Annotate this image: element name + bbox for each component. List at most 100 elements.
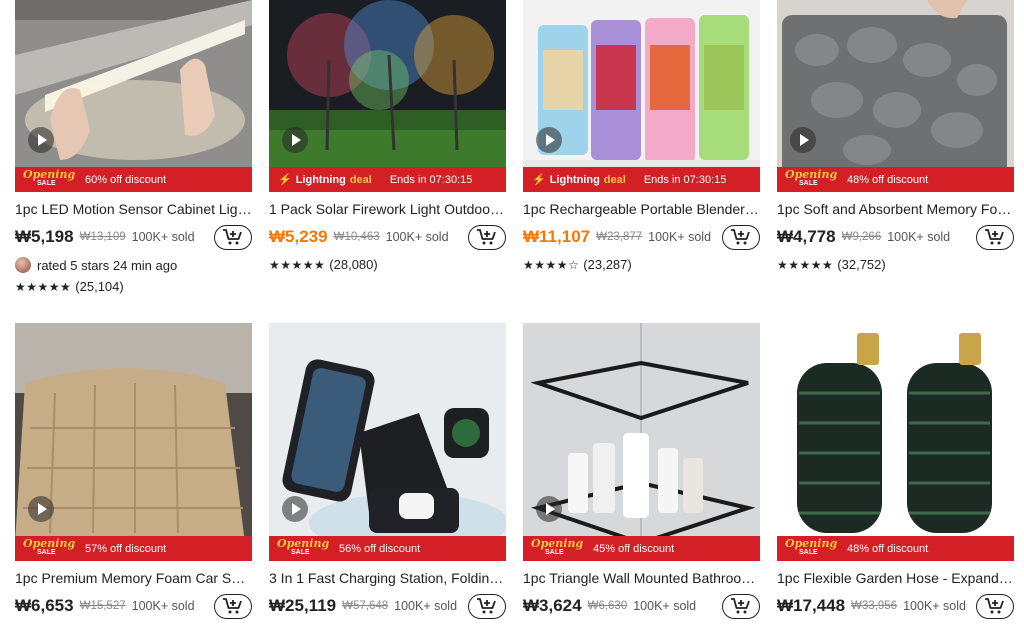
opening-sale-badge: Opening SALE bbox=[277, 537, 330, 556]
product-card-led-light[interactable]: Opening SALE 60% off discount 1pc LED Mot… bbox=[15, 0, 252, 294]
product-title[interactable]: 1pc Soft and Absorbent Memory Foa... bbox=[777, 201, 1014, 217]
add-to-cart-icon bbox=[731, 229, 750, 245]
product-card-garden-hose[interactable]: Opening SALE 48% off discount 1pc Flexibl… bbox=[777, 323, 1014, 620]
opening-sale-badge: Opening SALE bbox=[785, 168, 838, 187]
play-icon[interactable] bbox=[28, 127, 54, 153]
product-title[interactable]: 1pc Rechargeable Portable Blender w... bbox=[523, 201, 760, 217]
play-icon[interactable] bbox=[282, 127, 308, 153]
original-price: ₩6,630 bbox=[587, 600, 628, 612]
original-price: ₩13,109 bbox=[79, 231, 126, 243]
product-image[interactable]: ⚡ Lightning deal Ends in 07:30:15 bbox=[523, 0, 760, 192]
add-to-cart-icon bbox=[985, 598, 1004, 614]
product-card-bath-mat[interactable]: Opening SALE 48% off discount 1pc Soft an… bbox=[777, 0, 1014, 272]
discount-banner: Opening SALE 60% off discount bbox=[15, 167, 252, 192]
sale-price: ₩5,239 bbox=[269, 227, 328, 246]
play-icon[interactable] bbox=[790, 127, 816, 153]
product-image[interactable]: Opening SALE 60% off discount bbox=[15, 0, 252, 192]
add-to-cart-button[interactable] bbox=[214, 593, 252, 619]
add-to-cart-button[interactable] bbox=[976, 593, 1014, 619]
original-price: ₩10,463 bbox=[333, 231, 380, 243]
product-card-charging-station[interactable]: Opening SALE 56% off discount 3 In 1 Fast… bbox=[269, 323, 506, 620]
play-icon[interactable] bbox=[536, 127, 562, 153]
discount-banner: Opening SALE 45% off discount bbox=[523, 536, 760, 561]
rating: ★★★★★ (28,080) bbox=[269, 257, 378, 272]
play-icon[interactable] bbox=[282, 496, 308, 522]
sale-price: ₩4,778 bbox=[777, 227, 836, 246]
original-price: ₩23,877 bbox=[596, 231, 643, 243]
product-title[interactable]: 1pc Premium Memory Foam Car Seat... bbox=[15, 570, 252, 586]
play-icon[interactable] bbox=[536, 496, 562, 522]
add-to-cart-button[interactable] bbox=[468, 224, 506, 250]
sale-price: ₩25,119 bbox=[269, 596, 337, 615]
opening-sale-badge: Opening SALE bbox=[23, 168, 76, 187]
discount-text: 56% off discount bbox=[339, 542, 421, 555]
product-image[interactable]: Opening SALE 48% off discount bbox=[777, 323, 1014, 561]
discount-banner: Opening SALE 56% off discount bbox=[269, 536, 506, 561]
stars: ★★★★★ bbox=[777, 257, 834, 272]
discount-text: 48% off discount bbox=[847, 542, 929, 555]
sold-count: 100K+ sold bbox=[394, 599, 458, 613]
add-to-cart-button[interactable] bbox=[722, 224, 760, 250]
add-to-cart-icon bbox=[223, 598, 242, 614]
product-title[interactable]: 1pc LED Motion Sensor Cabinet Light... bbox=[15, 201, 252, 217]
stars: ★★★★★ bbox=[269, 257, 326, 272]
sale-price: ₩17,448 bbox=[777, 596, 846, 615]
discount-banner: Opening SALE 48% off discount bbox=[777, 167, 1014, 192]
add-to-cart-icon bbox=[477, 598, 496, 614]
add-to-cart-icon bbox=[985, 229, 1004, 245]
product-card-car-seat[interactable]: Opening SALE 57% off discount 1pc Premium… bbox=[15, 323, 252, 620]
sale-price: ₩3,624 bbox=[523, 596, 582, 615]
opening-sale-badge: Opening SALE bbox=[531, 537, 584, 556]
product-image[interactable]: Opening SALE 45% off discount bbox=[523, 323, 760, 561]
deal-countdown: Ends in 07:30:15 bbox=[643, 173, 727, 186]
product-title[interactable]: 1pc Flexible Garden Hose - Expanda... bbox=[777, 570, 1014, 586]
recent-review: rated 5 stars 24 min ago bbox=[15, 257, 252, 273]
add-to-cart-button[interactable] bbox=[468, 593, 506, 619]
product-title[interactable]: 1 Pack Solar Firework Light Outdoor, ... bbox=[269, 201, 506, 217]
discount-text: 48% off discount bbox=[847, 173, 929, 186]
discount-banner: Opening SALE 48% off discount bbox=[777, 536, 1014, 561]
product-image[interactable]: ⚡ Lightning deal Ends in 07:30:15 bbox=[269, 0, 506, 192]
original-price: ₩15,527 bbox=[79, 600, 126, 612]
sold-count: 100K+ sold bbox=[385, 230, 449, 244]
sale-price: ₩6,653 bbox=[15, 596, 74, 615]
product-card-bathroom-shelf[interactable]: Opening SALE 45% off discount 1pc Triangl… bbox=[523, 323, 760, 620]
product-image[interactable]: Opening SALE 57% off discount bbox=[15, 323, 252, 561]
original-price: ₩9,266 bbox=[841, 231, 882, 243]
play-icon[interactable] bbox=[28, 496, 54, 522]
discount-text: 57% off discount bbox=[85, 542, 167, 555]
sale-price: ₩11,107 bbox=[523, 227, 591, 246]
product-image[interactable]: Opening SALE 56% off discount bbox=[269, 323, 506, 561]
product-image[interactable]: Opening SALE 48% off discount bbox=[777, 0, 1014, 192]
rating: ★★★★☆ (23,287) bbox=[523, 257, 632, 272]
opening-sale-badge: Opening SALE bbox=[785, 537, 838, 556]
discount-banner: Opening SALE 57% off discount bbox=[15, 536, 252, 561]
lightning-icon: ⚡ bbox=[532, 174, 546, 186]
sold-count: 100K+ sold bbox=[131, 230, 195, 244]
original-price: ₩57,648 bbox=[342, 600, 389, 612]
rating: ★★★★★ (32,752) bbox=[777, 257, 886, 272]
rating: ★★★★★ (25,104) bbox=[15, 279, 124, 294]
sold-count: 100K+ sold bbox=[131, 599, 195, 613]
product-card-blender[interactable]: ⚡ Lightning deal Ends in 07:30:15 1pc Rec… bbox=[523, 0, 760, 272]
lightning-icon: ⚡ bbox=[278, 174, 292, 186]
lightning-deal-banner: ⚡ Lightning deal Ends in 07:30:15 bbox=[269, 167, 506, 192]
product-title[interactable]: 3 In 1 Fast Charging Station, Folding ..… bbox=[269, 570, 506, 586]
product-title[interactable]: 1pc Triangle Wall Mounted Bathroom ... bbox=[523, 570, 760, 586]
product-card-solar-firework[interactable]: ⚡ Lightning deal Ends in 07:30:15 1 Pack … bbox=[269, 0, 506, 272]
stars: ★★★★☆ bbox=[523, 257, 580, 272]
add-to-cart-button[interactable] bbox=[976, 224, 1014, 250]
sold-count: 100K+ sold bbox=[648, 230, 712, 244]
discount-text: 45% off discount bbox=[593, 542, 675, 555]
sold-count: 100K+ sold bbox=[633, 599, 697, 613]
add-to-cart-icon bbox=[477, 229, 496, 245]
sale-price: ₩5,198 bbox=[15, 227, 74, 246]
deal-countdown: Ends in 07:30:15 bbox=[389, 173, 473, 186]
add-to-cart-icon bbox=[223, 229, 242, 245]
add-to-cart-button[interactable] bbox=[214, 224, 252, 250]
sold-count: 100K+ sold bbox=[887, 230, 951, 244]
opening-sale-badge: Opening SALE bbox=[23, 537, 76, 556]
sold-count: 100K+ sold bbox=[903, 599, 966, 613]
add-to-cart-icon bbox=[731, 598, 750, 614]
add-to-cart-button[interactable] bbox=[722, 593, 760, 619]
